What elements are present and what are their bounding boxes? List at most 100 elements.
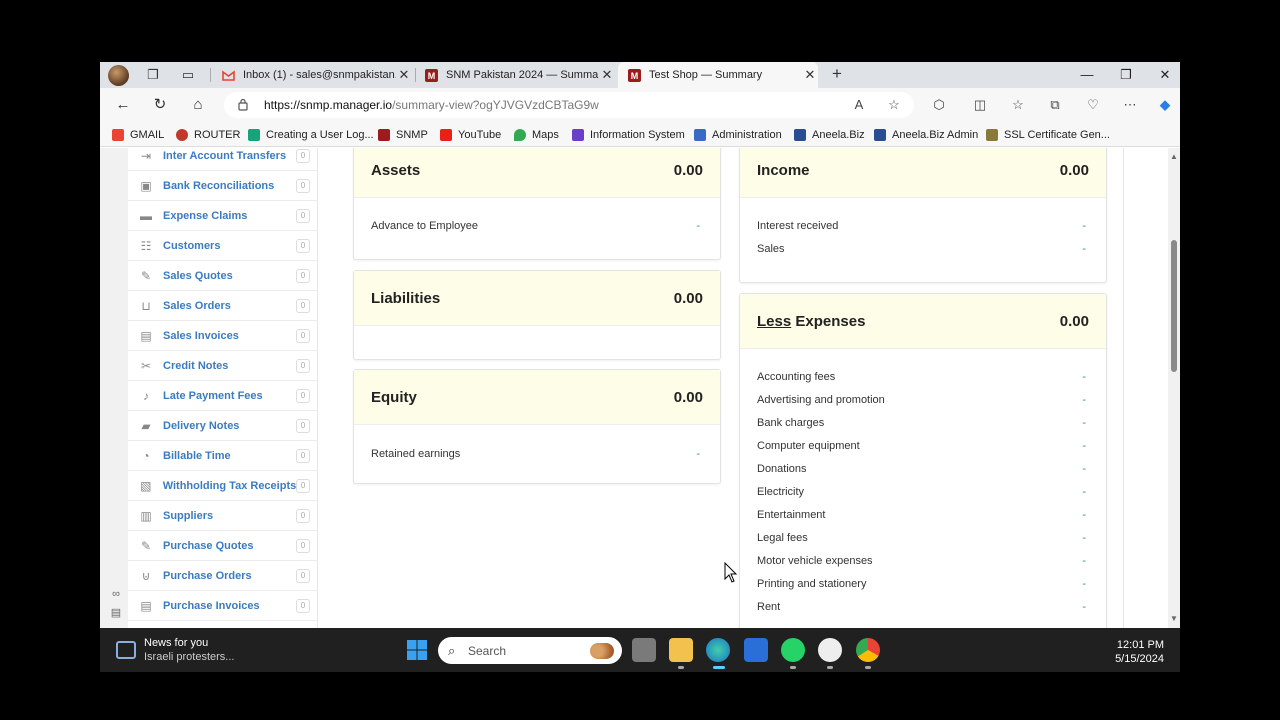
account-value[interactable]: - — [1082, 417, 1086, 429]
account-row[interactable]: Computer equipment - — [757, 440, 1086, 454]
vertical-tabs-icon[interactable]: ∞ — [109, 588, 123, 600]
bookmark-ssl[interactable]: SSL Certificate Gen... — [986, 127, 1110, 142]
sidebar-toggle-icon[interactable]: ▤ — [109, 606, 123, 619]
bookmark-administration[interactable]: Administration — [694, 127, 782, 142]
sidebar-item-credit-notes[interactable]: ✂ Credit Notes 0 — [128, 351, 318, 381]
account-label[interactable]: Printing and stationery — [757, 578, 866, 590]
account-label[interactable]: Computer equipment — [757, 440, 860, 452]
account-label[interactable]: Motor vehicle expenses — [757, 555, 873, 567]
account-value[interactable]: - — [1082, 509, 1086, 521]
account-label[interactable]: Sales — [757, 243, 785, 255]
refresh-icon[interactable]: ↻ — [151, 96, 169, 114]
favorites-icon[interactable]: ☆ — [1009, 96, 1027, 114]
url-text[interactable]: https://snmp.manager.io/summary-view?ogY… — [264, 98, 599, 112]
account-value[interactable]: - — [1082, 243, 1086, 255]
tab-test-shop[interactable]: M Test Shop — Summary ✕ — [618, 62, 818, 88]
close-window-icon[interactable]: ✕ — [1155, 66, 1175, 84]
account-label[interactable]: Advertising and promotion — [757, 394, 885, 406]
account-value[interactable]: - — [1082, 601, 1086, 613]
bookmark-router[interactable]: ROUTER — [176, 127, 240, 142]
sidebar-item-purchase-quotes[interactable]: ✎ Purchase Quotes 0 — [128, 531, 318, 561]
account-value[interactable]: - — [1082, 486, 1086, 498]
sidebar-item-suppliers[interactable]: ▥ Suppliers 0 — [128, 501, 318, 531]
bookmark-snmp[interactable]: SNMP — [378, 127, 428, 142]
account-row[interactable]: Interest received - — [757, 220, 1086, 234]
bookmark-aneela-biz[interactable]: Aneela.Biz — [794, 127, 865, 142]
account-value[interactable]: - — [1082, 440, 1086, 452]
home-icon[interactable]: ⌂ — [189, 96, 207, 114]
account-row[interactable]: Sales - — [757, 243, 1086, 257]
bookmark-youtube[interactable]: YouTube — [440, 127, 501, 142]
file-explorer-icon[interactable] — [669, 638, 693, 662]
taskbar-search[interactable]: ⌕ Search — [438, 637, 622, 664]
whatsapp-icon[interactable] — [781, 638, 805, 662]
more-menu-icon[interactable]: ⋯ — [1121, 96, 1139, 114]
account-row[interactable]: Printing and stationery - — [757, 578, 1086, 592]
sidebar-item-sales-orders[interactable]: ⊔ Sales Orders 0 — [128, 291, 318, 321]
account-row[interactable]: Donations - — [757, 463, 1086, 477]
account-value[interactable]: - — [1082, 394, 1086, 406]
read-aloud-icon[interactable]: A — [850, 96, 868, 114]
minimize-icon[interactable]: — — [1077, 66, 1097, 84]
collections-icon[interactable]: ⧉ — [1046, 96, 1064, 114]
account-label[interactable]: Interest received — [757, 220, 838, 232]
restore-icon[interactable]: ❐ — [1116, 66, 1136, 84]
sidebar-item-inter-account-transfers[interactable]: ⇥ Inter Account Transfers 0 — [128, 148, 318, 171]
new-tab-icon[interactable]: + — [829, 65, 845, 82]
lock-icon[interactable] — [238, 98, 248, 111]
account-value[interactable]: - — [1082, 371, 1086, 383]
account-row[interactable]: Accounting fees - — [757, 371, 1086, 385]
sidebar-item-bank-reconciliations[interactable]: ▣ Bank Reconciliations 0 — [128, 171, 318, 201]
store-icon[interactable] — [744, 638, 768, 662]
account-row[interactable]: Advance to Employee - — [371, 220, 700, 234]
account-label[interactable]: Accounting fees — [757, 371, 835, 383]
sidebar-item-customers[interactable]: ☷ Customers 0 — [128, 231, 318, 261]
account-row[interactable]: Retained earnings - — [371, 448, 700, 462]
account-label[interactable]: Donations — [757, 463, 807, 475]
sidebar-item-billable-time[interactable]: ◔ Billable Time 0 — [128, 441, 318, 471]
account-value[interactable]: - — [696, 448, 700, 460]
account-value[interactable]: - — [1082, 463, 1086, 475]
account-row[interactable]: Rent - — [757, 601, 1086, 615]
sidebar-item-sales-quotes[interactable]: ✎ Sales Quotes 0 — [128, 261, 318, 291]
account-value[interactable]: - — [1082, 532, 1086, 544]
account-label[interactable]: Legal fees — [757, 532, 808, 544]
bookmark-user-log[interactable]: Creating a User Log... — [248, 127, 374, 142]
back-icon[interactable]: ← — [114, 96, 132, 114]
account-row[interactable]: Entertainment - — [757, 509, 1086, 523]
sidebar-item-delivery-notes[interactable]: ▰ Delivery Notes 0 — [128, 411, 318, 441]
extensions-icon[interactable]: ⬡ — [930, 96, 948, 114]
account-value[interactable]: - — [696, 220, 700, 232]
account-label[interactable]: Retained earnings — [371, 448, 460, 460]
profile-avatar[interactable] — [108, 65, 129, 86]
tab-inbox[interactable]: Inbox (1) - sales@snmpakistan.co ✕ — [212, 62, 412, 88]
account-label[interactable]: Bank charges — [757, 417, 824, 429]
windows-start-icon[interactable] — [405, 638, 429, 662]
sidebar-item-sales-invoices[interactable]: ▤ Sales Invoices 0 — [128, 321, 318, 351]
app-icon[interactable] — [818, 638, 842, 662]
sidebar-item-late-payment-fees[interactable]: ♪ Late Payment Fees 0 — [128, 381, 318, 411]
account-value[interactable]: - — [1082, 578, 1086, 590]
close-tab-icon[interactable]: ✕ — [599, 67, 615, 83]
account-label[interactable]: Advance to Employee — [371, 220, 478, 232]
scroll-thumb[interactable] — [1171, 240, 1177, 372]
system-clock[interactable]: 12:01 PM 5/15/2024 — [1115, 638, 1164, 666]
account-row[interactable]: Motor vehicle expenses - — [757, 555, 1086, 569]
account-row[interactable]: Electricity - — [757, 486, 1086, 500]
scroll-down-icon[interactable]: ▼ — [1168, 614, 1180, 623]
bookmark-gmail[interactable]: GMAIL — [112, 127, 164, 142]
account-row[interactable]: Legal fees - — [757, 532, 1086, 546]
account-label[interactable]: Electricity — [757, 486, 804, 498]
edge-icon[interactable] — [706, 638, 730, 662]
close-tab-icon[interactable]: ✕ — [396, 67, 412, 83]
favorite-star-icon[interactable]: ☆ — [885, 96, 903, 114]
bookmark-maps[interactable]: Maps — [514, 127, 559, 142]
page-scrollbar[interactable]: ▲ ▼ — [1168, 148, 1180, 628]
sidebar-item-expense-claims[interactable]: ▬ Expense Claims 0 — [128, 201, 318, 231]
workspaces-icon[interactable]: ❐ — [145, 67, 161, 83]
copilot-icon[interactable]: ◆ — [1156, 96, 1174, 114]
close-tab-icon[interactable]: ✕ — [802, 67, 818, 83]
tab-snm-pakistan[interactable]: M SNM Pakistan 2024 — Summary ✕ — [415, 62, 615, 88]
account-label[interactable]: Entertainment — [757, 509, 825, 521]
task-view-icon[interactable] — [632, 638, 656, 662]
